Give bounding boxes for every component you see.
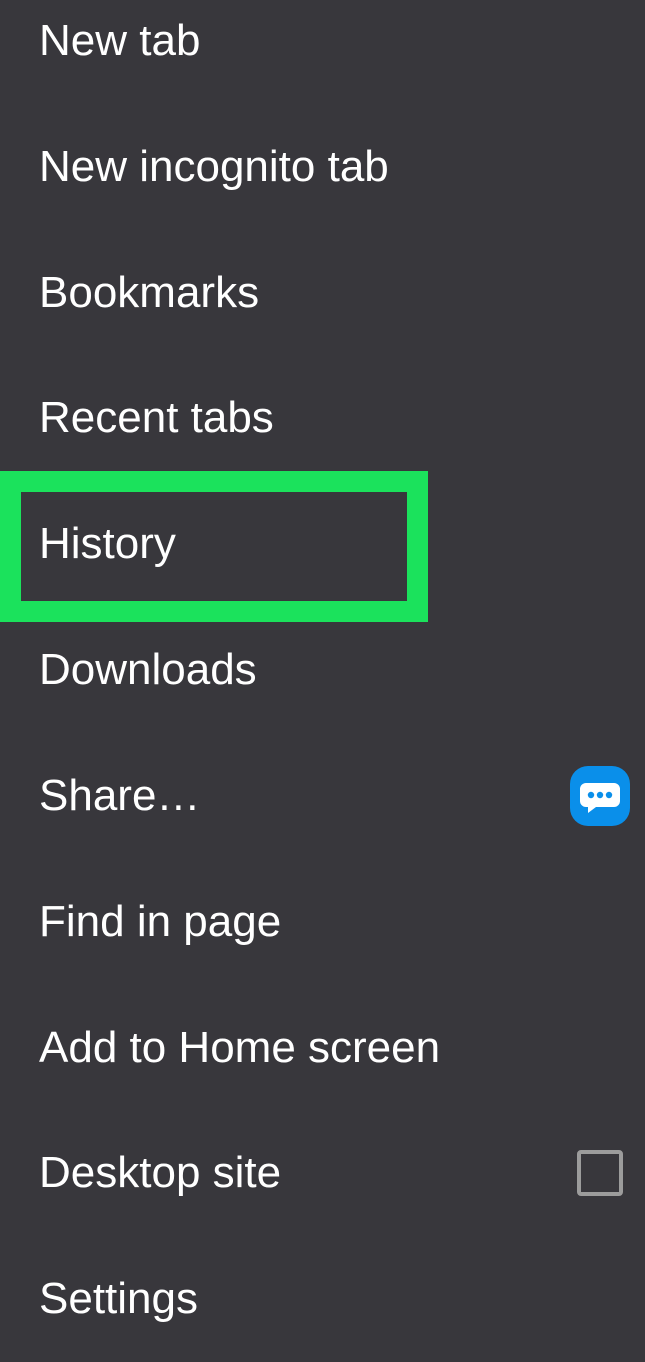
menu-item-label: Settings	[39, 1274, 198, 1323]
menu-item-label: Recent tabs	[39, 393, 274, 442]
menu-item-downloads[interactable]: Downloads	[0, 607, 645, 733]
menu-item-label: Downloads	[39, 645, 257, 694]
menu-item-label: New tab	[39, 16, 201, 65]
menu-item-find-in-page[interactable]: Find in page	[0, 859, 645, 985]
menu-item-label: Desktop site	[39, 1148, 282, 1197]
overflow-menu: New tab New incognito tab Bookmarks Rece…	[0, 0, 645, 1349]
chat-bubble-icon[interactable]	[570, 766, 630, 826]
menu-item-label: History	[39, 519, 176, 568]
menu-item-bookmarks[interactable]: Bookmarks	[0, 230, 645, 356]
menu-item-settings[interactable]: Settings	[0, 1236, 645, 1362]
menu-item-add-to-home-screen[interactable]: Add to Home screen	[0, 985, 645, 1111]
menu-item-desktop-site[interactable]: Desktop site	[0, 1110, 645, 1236]
desktop-site-checkbox[interactable]	[577, 1150, 623, 1196]
menu-item-share[interactable]: Share…	[0, 733, 645, 859]
menu-item-recent-tabs[interactable]: Recent tabs	[0, 355, 645, 481]
menu-item-label: New incognito tab	[39, 142, 389, 191]
menu-item-new-incognito-tab[interactable]: New incognito tab	[0, 104, 645, 230]
menu-item-label: Share…	[39, 771, 201, 820]
menu-item-new-tab[interactable]: New tab	[0, 0, 645, 104]
menu-item-label: Add to Home screen	[39, 1023, 441, 1072]
menu-item-label: Bookmarks	[39, 268, 260, 317]
menu-item-label: Find in page	[39, 897, 282, 946]
menu-item-history[interactable]: History	[0, 481, 645, 607]
